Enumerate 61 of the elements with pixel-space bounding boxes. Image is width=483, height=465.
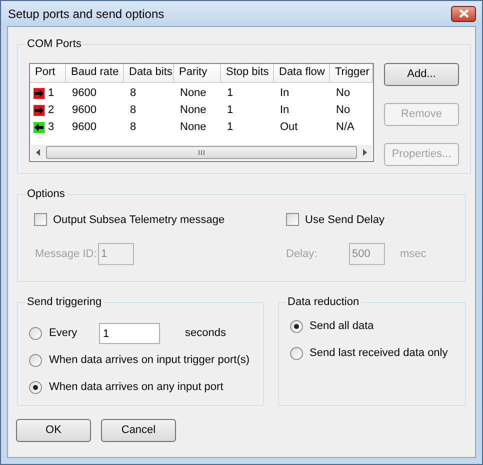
grip-icon	[198, 150, 205, 154]
table-cell-text: 9600	[72, 102, 96, 118]
table-cell-text: No	[336, 86, 350, 101]
radio-label: Every	[49, 326, 78, 342]
group-title: Send triggering	[26, 295, 103, 310]
column-header[interactable]: Data bits	[124, 64, 174, 82]
close-icon	[458, 9, 468, 18]
column-header[interactable]: Trigger	[330, 64, 373, 82]
radio-label: When data arrives on input trigger port(s)	[49, 353, 250, 368]
text-field[interactable]: 1	[99, 323, 160, 344]
radio-button[interactable]	[29, 354, 42, 367]
field-label: Delay:	[286, 246, 318, 262]
table-cell-text: 1	[48, 86, 54, 101]
table-cell-text: 3	[48, 120, 54, 135]
checkbox[interactable]	[286, 213, 299, 226]
checkbox-label: Output Subsea Telemetry message	[53, 212, 225, 228]
table-cell-text: 8	[130, 102, 136, 118]
radio-label: Send last received data only	[310, 346, 448, 361]
table-cell-text: Out	[280, 120, 298, 135]
checkbox-label: Use Send Delay	[305, 212, 384, 228]
radio-label: When data arrives on any input port	[49, 380, 224, 396]
table-cell-text: None	[180, 120, 206, 135]
table-cell-text: No	[336, 102, 350, 118]
radio-button[interactable]	[290, 320, 303, 332]
table-cell-text: 1	[227, 120, 234, 135]
table-cell-text: 9600	[72, 86, 96, 101]
group-title: Options	[26, 187, 66, 202]
ports-list[interactable]: Port Baud rate Data bits Parity Stop bits Data flow Trigger 1 9600 8 None 1 In No 2 9600 8 None 1 In No 3 9600 8 None 1 Out N/A	[29, 62, 374, 162]
table-cell-text: In	[280, 86, 290, 101]
table-cell-text: 1	[227, 86, 234, 101]
table-cell-text: N/A	[336, 120, 354, 135]
table-cell-text: 1	[227, 102, 234, 118]
radio-button[interactable]	[29, 381, 42, 394]
scrollbar-thumb[interactable]	[46, 146, 357, 158]
column-header[interactable]: Port	[30, 64, 66, 82]
table-cell-text: None	[180, 86, 206, 101]
table-cell-text: 9600	[72, 120, 96, 135]
dialog-button[interactable]: OK	[16, 419, 91, 442]
radio-button[interactable]	[29, 327, 42, 340]
dialog-button[interactable]: Cancel	[101, 419, 176, 442]
column-header[interactable]: Stop bits	[221, 64, 274, 82]
column-header[interactable]: Parity	[174, 64, 221, 82]
radio-label: Send all data	[310, 318, 374, 334]
column-header[interactable]: Baud rate	[66, 64, 124, 82]
checkbox[interactable]	[34, 213, 47, 226]
horizontal-scrollbar[interactable]	[31, 144, 372, 160]
unit-label: seconds	[185, 326, 226, 342]
unit-label: msec	[400, 246, 426, 262]
radio-button[interactable]	[290, 346, 303, 360]
table-cell-text: 8	[130, 86, 136, 101]
dialog-button[interactable]: Add...	[384, 62, 459, 86]
close-button[interactable]	[451, 6, 476, 22]
table-cell-text: None	[180, 102, 206, 118]
group-title: Data reduction	[286, 295, 360, 310]
table-cell-text: 2	[48, 102, 54, 118]
field-label: Message ID:	[35, 246, 98, 262]
window-title: Setup ports and send options	[8, 6, 164, 22]
table-cell-text: In	[280, 102, 290, 118]
group-title: COM Ports	[26, 37, 82, 52]
column-header[interactable]: Data flow	[274, 64, 330, 82]
table-cell-text: 8	[130, 120, 136, 135]
